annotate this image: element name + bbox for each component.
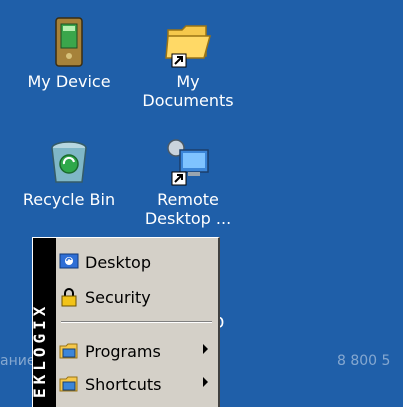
desktop-icon	[59, 253, 79, 269]
menu-item-desktop-label: Desktop	[85, 252, 151, 272]
menu-item-shortcuts[interactable]: Shortcuts	[59, 371, 214, 397]
submenu-arrow-icon	[203, 344, 208, 354]
menu-item-programs-label: Programs	[85, 341, 161, 361]
start-menu-band: EKLOGIX	[30, 238, 56, 407]
menu-separator	[61, 321, 212, 323]
my-documents-label: My Documents	[142, 72, 234, 110]
lock-icon	[61, 288, 77, 307]
menu-item-security[interactable]: Security	[59, 284, 214, 310]
recycle-bin-icon	[51, 141, 87, 183]
start-menu-band-text: EKLOGIX	[30, 302, 49, 398]
my-device-label: My Device	[27, 72, 111, 91]
desktop-icon-recycle-bin[interactable]: Recycle Bin	[14, 138, 124, 209]
remote-desktop-label: Remote Desktop ...	[144, 190, 232, 228]
remote-desktop-shortcut-icon	[167, 139, 209, 186]
menu-item-security-label: Security	[85, 287, 151, 307]
overlay-text-right: 8 800 5	[337, 353, 391, 369]
desktop-icon-remote-desktop[interactable]: Remote Desktop ...	[133, 136, 243, 228]
menu-item-shortcuts-label: Shortcuts	[85, 374, 162, 394]
desktop-icon-my-documents[interactable]: My Documents	[133, 16, 243, 110]
programs-folder-icon	[59, 343, 78, 359]
menu-item-programs[interactable]: Programs	[59, 338, 214, 364]
menu-item-desktop[interactable]: Desktop	[59, 249, 214, 275]
pda-device-icon	[55, 17, 83, 67]
folder-shortcut-icon	[165, 25, 211, 68]
recycle-bin-label: Recycle Bin	[22, 190, 116, 209]
desktop-icon-my-device[interactable]: My Device	[14, 16, 124, 91]
shortcuts-folder-icon	[59, 376, 78, 392]
submenu-arrow-icon	[203, 377, 208, 387]
start-menu: EKLOGIX Desktop Security Programs Shortc…	[30, 237, 220, 407]
